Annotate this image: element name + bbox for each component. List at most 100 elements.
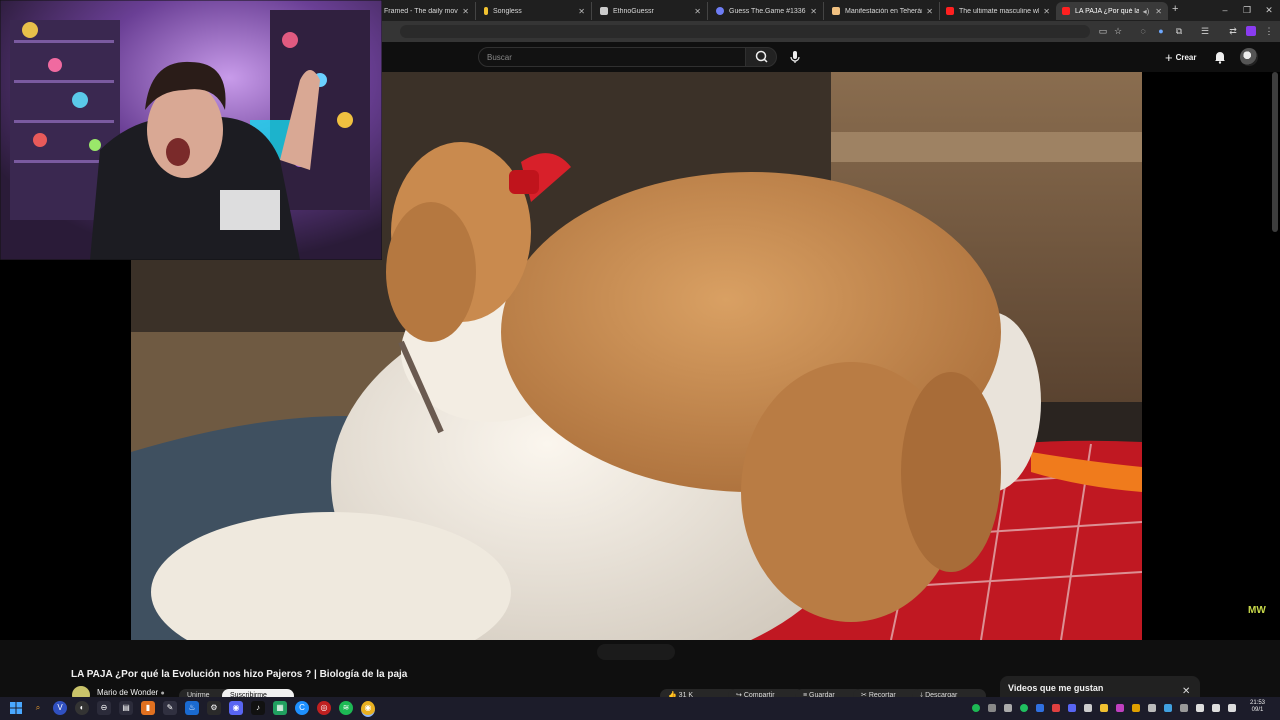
profile-icon[interactable]: [1246, 26, 1256, 36]
new-tab-button[interactable]: +: [1172, 3, 1178, 15]
browser-tab-active[interactable]: LA PAJA ¿Por qué la Evolu ◂) ✕: [1056, 2, 1168, 20]
app-icon[interactable]: V: [53, 701, 67, 715]
browser-tab[interactable]: EthnoGuessr ✕: [594, 2, 708, 20]
tray-icon[interactable]: [1116, 704, 1124, 712]
notifications-button[interactable]: [1213, 50, 1227, 64]
discord-icon[interactable]: ◉: [229, 701, 243, 715]
channel-name[interactable]: Mario de Wonder ●: [97, 688, 165, 697]
tab-close-icon[interactable]: ✕: [926, 7, 933, 16]
maximize-button[interactable]: ❐: [1236, 0, 1258, 21]
close-window-button[interactable]: ✕: [1258, 0, 1280, 21]
tray-icon[interactable]: [1020, 704, 1028, 712]
tray-icon[interactable]: [1036, 704, 1044, 712]
account-avatar[interactable]: [1240, 48, 1258, 66]
windows-start-icon[interactable]: [9, 701, 23, 715]
tab-close-icon[interactable]: ✕: [1155, 7, 1162, 16]
youtube-favicon-icon: [946, 7, 954, 15]
tab-close-icon[interactable]: ✕: [462, 7, 469, 16]
tab-title: LA PAJA ¿Por qué la Evolu: [1075, 7, 1139, 15]
tab-close-icon[interactable]: ✕: [810, 7, 817, 16]
clock-time: 21:53: [1250, 700, 1266, 706]
audio-icon[interactable]: ◂): [1143, 7, 1150, 16]
webcam-overlay: [0, 0, 382, 260]
clock-date: 09/1: [1251, 707, 1264, 713]
browser-tab[interactable]: The ultimate masculine white ✕: [940, 2, 1056, 20]
create-button[interactable]: + Crear: [1165, 49, 1197, 65]
tab-close-icon[interactable]: ✕: [1043, 7, 1050, 16]
tab-title: Manifestación en Teherán tra: [845, 7, 922, 15]
browser-tab[interactable]: Songless ✕: [478, 2, 592, 20]
channel-watermark[interactable]: MW: [1248, 606, 1266, 616]
verified-icon: ●: [160, 690, 165, 697]
window-controls: – ❐ ✕: [1214, 0, 1280, 21]
player-controls-pill[interactable]: [597, 644, 675, 660]
songless-favicon-icon: [484, 7, 488, 15]
extension-icon[interactable]: ◌: [1138, 26, 1148, 36]
video-title: LA PAJA ¿Por qué la Evolución nos hizo P…: [71, 669, 408, 680]
tab-title: Framed - The daily movie gu: [384, 7, 458, 15]
tray-icon[interactable]: [1180, 704, 1188, 712]
tray-icon[interactable]: [988, 704, 996, 712]
ethnoguessr-favicon-icon: [600, 7, 608, 15]
minimize-button[interactable]: –: [1214, 0, 1236, 21]
app-icon[interactable]: ◐: [75, 701, 89, 715]
app-icon[interactable]: ⚙: [207, 701, 221, 715]
cast-icon[interactable]: ▭: [1098, 26, 1108, 36]
app-icon[interactable]: C: [295, 701, 309, 715]
create-label: Crear: [1175, 52, 1197, 62]
page-scrollbar[interactable]: [1272, 72, 1278, 232]
youtube-favicon-icon: [1062, 7, 1070, 15]
tab-title: The ultimate masculine white: [959, 7, 1039, 15]
microphone-icon: [790, 51, 800, 63]
search-input[interactable]: [478, 47, 746, 67]
tiktok-icon[interactable]: ♪: [251, 701, 265, 715]
browser-tab[interactable]: Framed - The daily movie gu ✕: [378, 2, 476, 20]
app-icon[interactable]: ▤: [119, 701, 133, 715]
menu-kebab-icon[interactable]: ⋮: [1264, 26, 1274, 36]
spotify-tray-icon[interactable]: [972, 704, 980, 712]
webcam-image: [0, 0, 382, 260]
volume-icon[interactable]: [1212, 704, 1220, 712]
wifi-icon[interactable]: [1196, 704, 1204, 712]
app-icon[interactable]: ▮: [141, 701, 155, 715]
tab-close-icon[interactable]: ✕: [694, 7, 701, 16]
search-icon[interactable]: ⌕: [31, 701, 45, 715]
app-icon[interactable]: ▦: [273, 701, 287, 715]
sidebar-icon[interactable]: ⇄: [1228, 26, 1238, 36]
tray-icon[interactable]: [1004, 704, 1012, 712]
search-button[interactable]: [745, 47, 777, 67]
tab-title: Songless: [493, 7, 522, 15]
guessthegame-favicon-icon: [716, 7, 724, 15]
chrome-icon[interactable]: ◉: [361, 701, 375, 717]
tray-icon[interactable]: [1132, 704, 1140, 712]
tab-close-icon[interactable]: ✕: [578, 7, 585, 16]
steam-icon[interactable]: ♨: [185, 701, 199, 715]
browser-tab[interactable]: Manifestación en Teherán tra ✕: [826, 2, 940, 20]
playlist-panel-title: Videos que me gustan: [1008, 683, 1104, 693]
app-icon[interactable]: ⊖: [97, 701, 111, 715]
extensions-puzzle-icon[interactable]: ⧉: [1174, 26, 1184, 36]
news-favicon-icon: [832, 7, 840, 15]
battery-icon[interactable]: [1228, 704, 1236, 712]
tray-icon[interactable]: [1052, 704, 1060, 712]
tab-title: EthnoGuessr: [613, 7, 654, 15]
bookmark-star-icon[interactable]: ☆: [1113, 26, 1123, 36]
channel-name-text: Mario de Wonder: [97, 688, 159, 697]
extension-icon[interactable]: ●: [1156, 26, 1166, 36]
tray-icon[interactable]: [1068, 704, 1076, 712]
close-icon[interactable]: ✕: [1182, 686, 1190, 697]
taskbar-clock[interactable]: 21:53 09/1: [1250, 700, 1265, 714]
reading-list-icon[interactable]: ☰: [1200, 26, 1210, 36]
tab-title: Guess The.Game #1336: [729, 7, 806, 15]
tray-icon[interactable]: [1100, 704, 1108, 712]
spotify-icon[interactable]: ≋: [339, 701, 353, 715]
tray-icon[interactable]: [1084, 704, 1092, 712]
voice-search-button[interactable]: [787, 49, 803, 65]
app-icon[interactable]: ◎: [317, 701, 331, 715]
address-bar[interactable]: [400, 25, 1090, 38]
app-icon[interactable]: ✎: [163, 701, 177, 715]
search-icon: [755, 50, 768, 63]
tray-icon[interactable]: [1148, 704, 1156, 712]
browser-tab[interactable]: Guess The.Game #1336 ✕: [710, 2, 824, 20]
tray-icon[interactable]: [1164, 704, 1172, 712]
